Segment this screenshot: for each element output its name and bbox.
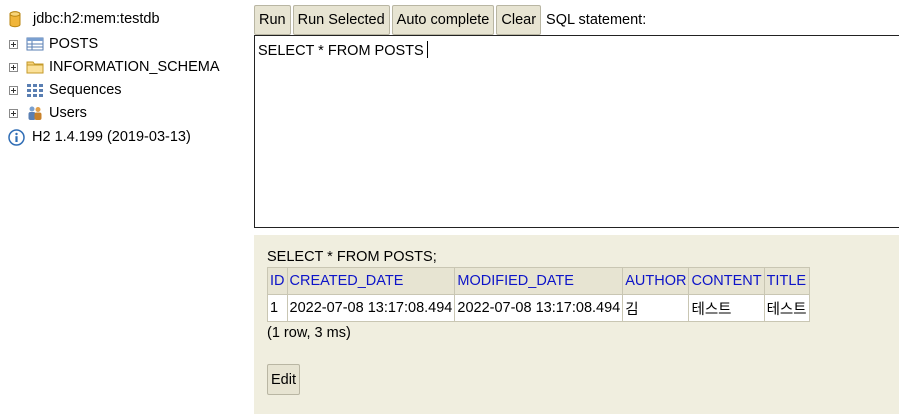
- folder-icon: [26, 59, 44, 75]
- table-row: 1 2022-07-08 13:17:08.494 2022-07-08 13:…: [267, 294, 810, 322]
- table-icon: [26, 36, 44, 52]
- tree-item-users[interactable]: Users: [0, 102, 87, 124]
- result-statement: SELECT * FROM POSTS;: [267, 249, 437, 265]
- version-label: H2 1.4.199 (2019-03-13): [32, 129, 191, 145]
- table-cell: 2022-07-08 13:17:08.494: [286, 294, 456, 322]
- run-button[interactable]: Run: [254, 4, 291, 35]
- expand-icon[interactable]: [9, 85, 18, 95]
- auto-complete-button[interactable]: Auto complete: [391, 4, 495, 35]
- text-caret: [426, 41, 428, 58]
- column-header-title[interactable]: TITLE: [763, 267, 810, 295]
- column-header-modified-date[interactable]: MODIFIED_DATE: [454, 267, 624, 295]
- tree-item-label: Users: [49, 105, 87, 121]
- tree-item-label: Sequences: [49, 82, 122, 98]
- tree-item-information-schema[interactable]: INFORMATION_SCHEMA: [0, 56, 220, 78]
- table-header-row: ID CREATED_DATE MODIFIED_DATE AUTHOR CON…: [267, 267, 810, 295]
- tree-item-label: INFORMATION_SCHEMA: [49, 59, 220, 75]
- table-cell: 1: [267, 294, 288, 322]
- table-cell: 김: [622, 294, 690, 322]
- database-icon: [9, 11, 21, 28]
- tree-item-label: POSTS: [49, 36, 99, 52]
- expand-icon[interactable]: [9, 62, 18, 72]
- h2-console: jdbc:h2:mem:testdb POSTS INFORMATION_SCH…: [0, 0, 899, 414]
- table-cell: 2022-07-08 13:17:08.494: [454, 294, 624, 322]
- schema-tree: jdbc:h2:mem:testdb POSTS INFORMATION_SCH…: [0, 0, 252, 414]
- column-header-author[interactable]: AUTHOR: [622, 267, 690, 295]
- version-info: H2 1.4.199 (2019-03-13): [0, 126, 191, 148]
- edit-button[interactable]: Edit: [267, 364, 300, 395]
- table-cell: 테스트: [763, 294, 810, 322]
- sql-editor-text: SELECT * FROM POSTS: [258, 43, 424, 59]
- info-icon: [8, 128, 25, 146]
- expand-icon[interactable]: [9, 39, 18, 49]
- result-panel: SELECT * FROM POSTS; ID CREATED_DATE MOD…: [254, 235, 899, 414]
- result-table: ID CREATED_DATE MODIFIED_DATE AUTHOR CON…: [267, 267, 810, 322]
- users-icon: [26, 105, 44, 121]
- result-summary: (1 row, 3 ms): [267, 325, 351, 341]
- sql-editor[interactable]: SELECT * FROM POSTS: [254, 35, 899, 228]
- run-selected-button[interactable]: Run Selected: [292, 4, 390, 35]
- sequences-icon: [26, 82, 44, 98]
- tree-connection[interactable]: jdbc:h2:mem:testdb: [0, 8, 160, 30]
- expand-icon[interactable]: [9, 108, 18, 118]
- column-header-created-date[interactable]: CREATED_DATE: [286, 267, 456, 295]
- clear-button[interactable]: Clear: [496, 4, 542, 35]
- connection-label: jdbc:h2:mem:testdb: [33, 11, 160, 27]
- sql-statement-label: SQL statement:: [546, 11, 647, 28]
- column-header-id[interactable]: ID: [267, 267, 288, 295]
- tree-item-sequences[interactable]: Sequences: [0, 79, 122, 101]
- tree-item-posts[interactable]: POSTS: [0, 33, 98, 55]
- table-cell: 테스트: [688, 294, 765, 322]
- toolbar: Run Run Selected Auto complete Clear SQL…: [254, 4, 646, 35]
- column-header-content[interactable]: CONTENT: [688, 267, 765, 295]
